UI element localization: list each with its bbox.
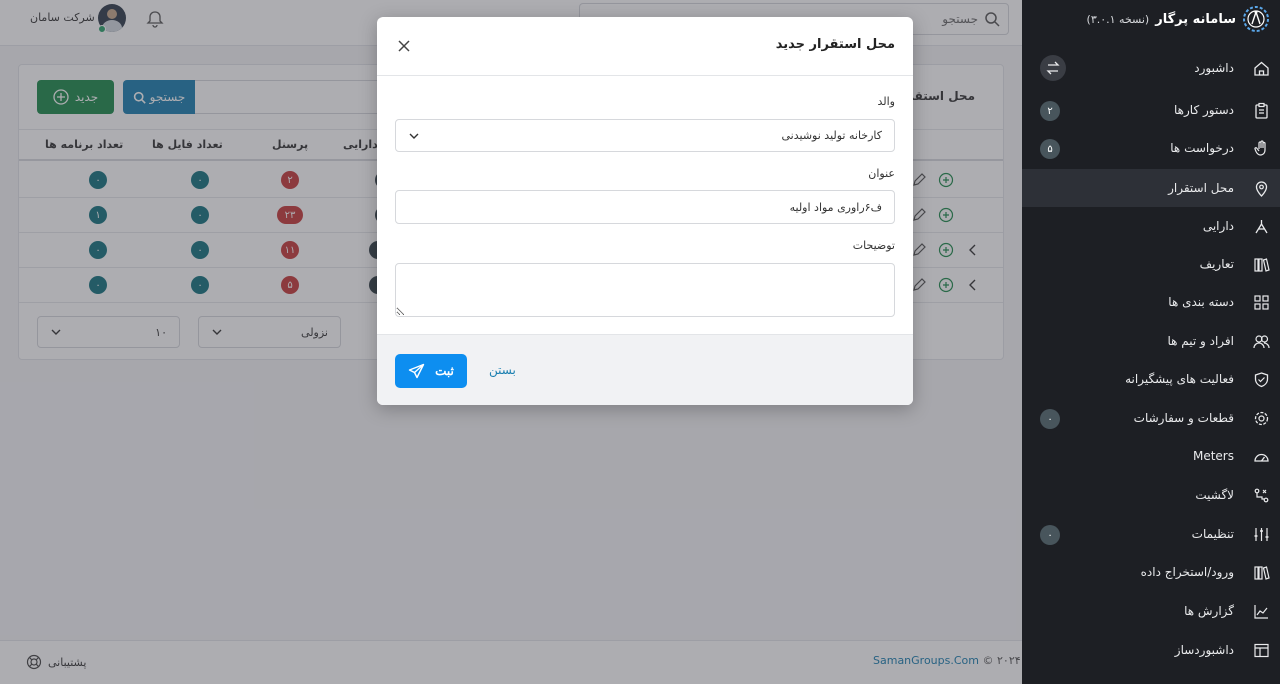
submit-button[interactable]: ثبت xyxy=(395,354,467,388)
sidebar-item-parts-orders[interactable]: قطعات و سفارشات ۰ xyxy=(1022,399,1280,437)
chevron-down-icon xyxy=(409,133,419,139)
sidebar-item-people-teams[interactable]: افراد و تیم ها xyxy=(1022,322,1280,360)
log-icon xyxy=(1254,488,1269,503)
parent-select-value: کارخانه تولید نوشیدنی xyxy=(781,129,882,142)
new-location-modal: محل استقرار جدید والد کارخانه تولید نوشی… xyxy=(377,17,913,405)
sidebar: سامانه پرگار (نسخه ۳.۰.۱) داشبورد دستور … xyxy=(1022,0,1280,684)
sidebar-item-locations[interactable]: محل استقرار xyxy=(1022,169,1280,207)
sidebar-item-preventive[interactable]: فعالیت های پیشگیرانه xyxy=(1022,360,1280,398)
sidebar-item-logsheet[interactable]: لاگشیت xyxy=(1022,476,1280,514)
people-icon xyxy=(1253,335,1270,349)
sidebar-item-dashboard[interactable]: داشبورد xyxy=(1022,49,1280,87)
title-input[interactable] xyxy=(395,190,895,224)
sidebar-item-label: دارایی xyxy=(1202,219,1234,233)
location-icon xyxy=(1255,181,1268,197)
count-badge: ۰ xyxy=(1040,409,1060,429)
modal-footer: ثبت بستن xyxy=(377,334,913,405)
shield-icon xyxy=(1254,372,1269,388)
description-label: توضیحات xyxy=(852,239,895,252)
description-textarea[interactable] xyxy=(395,263,895,317)
compass-logo-icon xyxy=(1243,6,1269,32)
hand-icon xyxy=(1254,140,1266,156)
clipboard-icon xyxy=(1255,102,1268,119)
books-icon xyxy=(1254,566,1270,580)
sidebar-item-label: تنظیمات xyxy=(1191,527,1234,541)
count-badge: ۲ xyxy=(1040,101,1060,121)
parent-label: والد xyxy=(877,95,896,108)
sidebar-item-work-orders[interactable]: دستور کارها ۲ xyxy=(1022,91,1280,129)
sidebar-item-label: داشبورد xyxy=(1194,61,1234,75)
sidebar-item-label: قطعات و سفارشات xyxy=(1133,411,1234,425)
modal-header: محل استقرار جدید xyxy=(377,17,913,76)
gear-icon xyxy=(1254,411,1269,426)
submit-label: ثبت xyxy=(435,364,454,378)
sidebar-item-meters[interactable]: Meters xyxy=(1022,437,1280,475)
sidebar-item-label: دستور کارها xyxy=(1174,103,1234,117)
chart-icon xyxy=(1254,605,1268,619)
sidebar-item-label: افراد و تیم ها xyxy=(1167,334,1234,348)
sidebar-collapse-toggle[interactable] xyxy=(1040,55,1066,81)
sidebar-item-reports[interactable]: گزارش ها xyxy=(1022,592,1280,630)
sidebar-item-label: دسته بندی ها xyxy=(1168,295,1234,309)
sidebar-item-label: Meters xyxy=(1192,449,1234,463)
books-icon xyxy=(1254,258,1270,272)
parent-select[interactable]: کارخانه تولید نوشیدنی xyxy=(395,119,895,152)
brand-version: (نسخه ۳.۰.۱) xyxy=(1086,12,1150,26)
count-badge: ۵ xyxy=(1040,139,1060,159)
sidebar-item-label: فعالیت های پیشگیرانه xyxy=(1125,372,1234,386)
count-badge: ۰ xyxy=(1040,525,1060,545)
sidebar-item-import-export[interactable]: ورود/استخراج داده xyxy=(1022,553,1280,591)
title-label: عنوان xyxy=(868,167,895,180)
sidebar-item-assets[interactable]: دارایی xyxy=(1022,207,1280,245)
layout-icon xyxy=(1254,643,1269,658)
sidebar-item-label: داشبوردساز xyxy=(1174,643,1234,657)
sidebar-item-definitions[interactable]: تعاریف xyxy=(1022,245,1280,283)
sidebar-item-label: لاگشیت xyxy=(1195,488,1234,502)
sidebar-item-categories[interactable]: دسته بندی ها xyxy=(1022,283,1280,321)
sidebar-item-label: گزارش ها xyxy=(1184,604,1234,618)
gauge-icon xyxy=(1254,453,1269,462)
sidebar-item-dashboard-builder[interactable]: داشبوردساز xyxy=(1022,631,1280,669)
swap-arrows-icon xyxy=(1046,61,1060,75)
sidebar-item-label: درخواست ها xyxy=(1170,141,1234,155)
close-button[interactable]: بستن xyxy=(489,363,516,377)
sidebar-item-requests[interactable]: درخواست ها ۵ xyxy=(1022,129,1280,167)
sliders-icon xyxy=(1254,528,1269,541)
send-icon xyxy=(408,363,425,378)
asset-icon xyxy=(1255,220,1268,234)
sidebar-item-label: محل استقرار xyxy=(1168,181,1234,195)
brand[interactable]: سامانه پرگار (نسخه ۳.۰.۱) xyxy=(1087,5,1270,33)
sidebar-item-settings[interactable]: تنظیمات ۰ xyxy=(1022,515,1280,553)
modal-title: محل استقرار جدید xyxy=(775,37,895,52)
brand-title: سامانه پرگار xyxy=(1155,11,1236,27)
grid-icon xyxy=(1254,295,1269,310)
sidebar-item-label: ورود/استخراج داده xyxy=(1140,565,1234,579)
home-icon xyxy=(1254,61,1269,76)
sidebar-item-label: تعاریف xyxy=(1199,257,1234,271)
close-icon[interactable] xyxy=(395,37,413,55)
